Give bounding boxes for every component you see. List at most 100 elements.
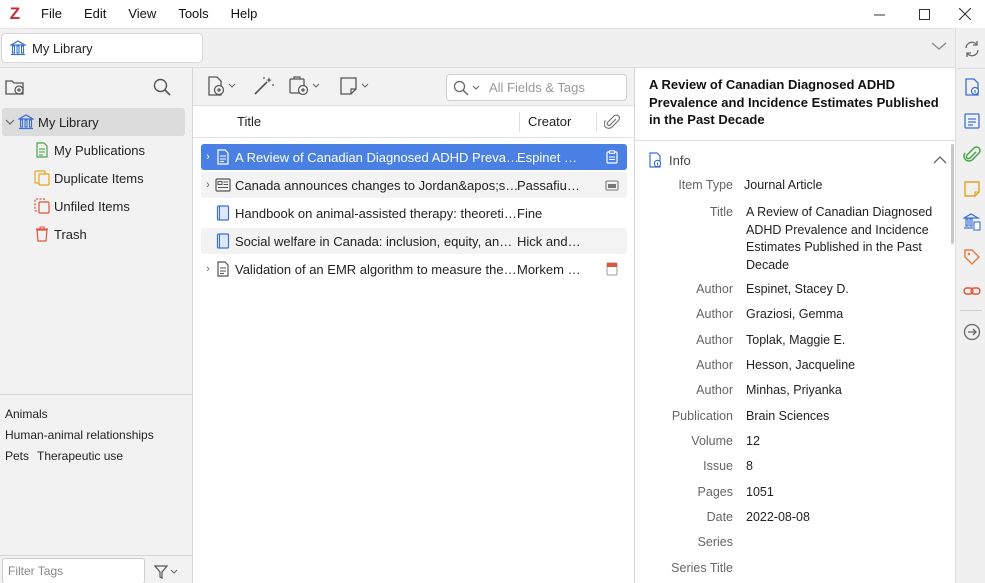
add-by-identifier-button[interactable] (253, 76, 275, 96)
sync-icon[interactable] (963, 40, 981, 58)
field-value-author[interactable]: Toplak, Maggie E. (746, 332, 936, 350)
magic-wand-icon (254, 77, 274, 95)
menu-edit[interactable]: Edit (73, 0, 117, 28)
item-pane-title[interactable]: A Review of Canadian Diagnosed ADHD Prev… (649, 76, 949, 129)
item-creator: Passafiume (517, 177, 583, 193)
field-value-title[interactable]: A Review of Canadian Diagnosed ADHD Prev… (746, 204, 936, 274)
zotero-logo: Z (9, 4, 21, 23)
chevron-down-icon[interactable] (4, 116, 16, 128)
item-row[interactable]: › Canada announces changes to Jordan&apo… (201, 172, 627, 198)
maximize-button[interactable] (901, 0, 947, 28)
close-window-button[interactable] (945, 0, 985, 28)
info-section-icon[interactable] (963, 78, 981, 96)
tag-human-animal-relationships[interactable]: Human-animal relationships (5, 428, 154, 442)
attachment-column-icon[interactable] (604, 114, 620, 130)
tag-filter-divider (0, 555, 193, 556)
menu-view[interactable]: View (117, 0, 167, 28)
expand-twisty[interactable]: › (201, 144, 215, 170)
field-label-author: Author (696, 358, 733, 372)
item-title: A Review of Canadian Diagnosed ADHD Prev… (235, 149, 519, 165)
collection-trash[interactable]: Trash (2, 220, 185, 248)
locate-icon[interactable] (963, 323, 981, 341)
notes-section-icon[interactable] (963, 180, 981, 198)
tag-pets[interactable]: Pets (5, 449, 29, 463)
info-section-title: Info (669, 152, 691, 168)
item-row[interactable]: › A Review of Canadian Diagnosed ADHD Pr… (201, 144, 627, 170)
item-title: Social welfare in Canada: inclusion, equ… (235, 233, 519, 249)
chevron-up-icon[interactable] (933, 155, 947, 164)
collection-my-publications[interactable]: My Publications (2, 136, 185, 164)
collection-label: My Library (38, 114, 99, 130)
item-title: Handbook on animal-assisted therapy: the… (235, 205, 519, 221)
tag-therapeutic-use[interactable]: Therapeutic use (37, 449, 123, 463)
new-collection-icon[interactable] (5, 78, 25, 96)
collection-duplicate-items[interactable]: Duplicate Items (2, 164, 185, 192)
new-item-icon (208, 76, 225, 96)
libraries-collections-icon[interactable] (963, 213, 981, 231)
book-icon (216, 233, 230, 249)
column-separator (519, 112, 520, 132)
expand-twisty[interactable]: › (201, 256, 215, 282)
chevron-down-icon (228, 83, 236, 88)
item-pane-scrollbar[interactable] (951, 144, 954, 244)
search-field[interactable]: All Fields & Tags (446, 74, 627, 101)
tag-filter-input[interactable]: Filter Tags (2, 558, 145, 583)
collection-unfiled-items[interactable]: Unfiled Items (2, 192, 185, 220)
column-separator (596, 112, 597, 132)
collection-label: Unfiled Items (54, 198, 130, 214)
field-value-date[interactable]: 2022-08-08 (746, 509, 936, 527)
collection-label: My Publications (54, 142, 146, 158)
snapshot-attachment-icon[interactable] (605, 150, 619, 164)
attachments-section-icon[interactable] (963, 146, 981, 164)
attachment-add-icon (289, 76, 309, 96)
expand-twisty[interactable]: › (201, 172, 215, 198)
field-value-publication[interactable]: Brain Sciences (746, 408, 936, 426)
field-label-issue: Issue (703, 459, 733, 473)
field-value-author[interactable]: Minhas, Priyanka (746, 382, 936, 400)
field-value-author[interactable]: Espinet, Stacey D. (746, 281, 936, 299)
field-label-series: Series (697, 535, 733, 549)
chevron-down-icon (170, 569, 178, 574)
menu-help[interactable]: Help (220, 0, 269, 28)
tab-my-library[interactable]: My Library (2, 34, 202, 62)
new-note-button[interactable] (339, 76, 369, 96)
sidenav-divider (960, 310, 982, 311)
add-attachment-button[interactable] (288, 76, 320, 96)
field-value-volume[interactable]: 12 (746, 433, 936, 451)
library-icon (10, 40, 26, 56)
field-value-item-type[interactable]: Journal Article (744, 177, 934, 195)
tag-animals[interactable]: Animals (5, 407, 48, 421)
field-label-author: Author (696, 383, 733, 397)
item-row[interactable]: › Validation of an EMR algorithm to meas… (201, 256, 627, 282)
menu-tools[interactable]: Tools (167, 0, 219, 28)
duplicate-icon (34, 170, 50, 186)
info-section-header[interactable]: Info (647, 150, 947, 170)
related-section-icon[interactable] (963, 282, 981, 300)
minimize-button[interactable] (856, 0, 902, 28)
tag-actions-button[interactable] (154, 565, 178, 579)
new-item-button[interactable] (206, 76, 236, 96)
field-value-pages[interactable]: 1051 (746, 484, 936, 502)
chevron-down-icon (361, 83, 369, 88)
column-creator[interactable]: Creator (528, 106, 571, 138)
abstract-section-icon[interactable] (963, 112, 981, 130)
webpage-snapshot-icon[interactable] (605, 178, 619, 192)
field-value-author[interactable]: Graziosi, Gemma (746, 306, 936, 324)
field-value-author[interactable]: Hesson, Jacqueline (746, 357, 936, 375)
collection-my-library[interactable]: My Library (2, 108, 185, 136)
item-pane: A Review of Canadian Diagnosed ADHD Prev… (635, 68, 955, 583)
item-row[interactable]: Handbook on animal-assisted therapy: the… (201, 200, 627, 226)
search-icon[interactable] (153, 78, 171, 96)
column-title[interactable]: Title (237, 106, 261, 138)
tabs-menu-button[interactable] (931, 41, 947, 51)
pdf-attachment-icon[interactable] (605, 262, 619, 276)
menu-file[interactable]: File (30, 0, 73, 28)
item-creator: Espinet et al. (517, 149, 583, 165)
publications-icon (36, 142, 48, 158)
document-icon (217, 261, 229, 277)
tag-selector-divider (0, 394, 193, 395)
item-row[interactable]: Social welfare in Canada: inclusion, equ… (201, 228, 627, 254)
chevron-down-icon (472, 85, 480, 90)
field-value-issue[interactable]: 8 (746, 458, 936, 476)
tags-section-icon[interactable] (963, 248, 981, 266)
